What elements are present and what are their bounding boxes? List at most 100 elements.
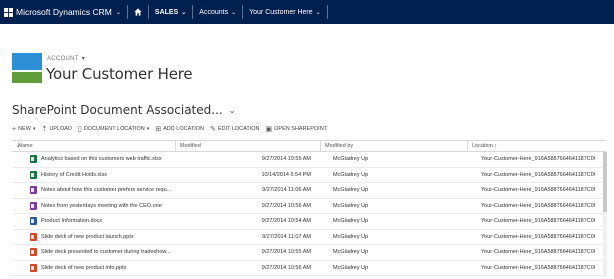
edit-location-button[interactable]: ✎ EDIT LOCATION (210, 125, 260, 133)
edit-location-label: EDIT LOCATION (217, 126, 260, 132)
view-selector[interactable]: SharePoint Document Associated... ⌄ (12, 103, 235, 117)
powerpoint-file-icon (30, 232, 37, 241)
document-icon: ▯ (77, 126, 82, 133)
column-header-modified[interactable]: Modified (175, 141, 321, 151)
chevron-down-icon: ▾ (146, 126, 150, 132)
location-cell: Your-Customer-Here_916A5887664641187C06C… (481, 218, 595, 225)
new-label: NEW (18, 126, 31, 132)
upload-label: UPLOAD (49, 126, 72, 132)
windows-logo-icon (4, 7, 13, 17)
nav-current-record[interactable]: Your Customer Here ⌄ (249, 0, 321, 24)
nav-separator (192, 5, 194, 19)
chevron-down-icon: ⌄ (315, 9, 321, 16)
document-name[interactable]: Analytics based on this customers web tr… (41, 156, 162, 162)
nav-separator (126, 5, 128, 19)
add-location-button[interactable]: ⊞ ADD LOCATION (155, 125, 204, 133)
chevron-down-icon: ▾ (81, 56, 86, 62)
document-name[interactable]: Slide deck presented to customer during … (41, 249, 171, 255)
location-cell: Your-Customer-Here_916A5887664641187C06C… (481, 187, 595, 194)
app-brand: Microsoft Dynamics CRM (16, 7, 112, 17)
excel-file-icon (30, 170, 37, 179)
new-button[interactable]: + NEW ▾ (12, 126, 35, 133)
document-name[interactable]: Product Information.docx (41, 218, 102, 224)
word-file-icon (30, 217, 37, 226)
grid-scrollbar-thumb[interactable] (603, 152, 607, 212)
document-name[interactable]: History of Credit Holds.xlsx (41, 172, 107, 178)
location-cell: Your-Customer-Here_916A5887664641187C06C… (481, 202, 595, 209)
onenote-file-icon (30, 201, 37, 210)
crm-logo[interactable]: Microsoft Dynamics CRM ⌄ (0, 0, 121, 24)
table-row[interactable]: Slide deck of new product info.pptx 9/27… (12, 261, 606, 276)
modified-cell: 9/27/2014 10:55 AM (261, 156, 311, 163)
sharepoint-icon: ▣ (265, 126, 273, 133)
modified-cell: 9/27/2014 11:06 AM (262, 187, 311, 194)
modified-by-cell: McGladrey Up (333, 187, 369, 194)
top-navigation-bar: Microsoft Dynamics CRM ⌄ SALES ⌄ Account… (0, 0, 614, 24)
nav-record-label: Your Customer Here (249, 8, 313, 16)
document-name[interactable]: Notes from yesterdays meeting with the C… (41, 203, 162, 209)
grid-header-row: ✓ Name Modified Modified by Location ↑ (12, 140, 606, 152)
modified-cell: 10/14/2014 6:54 PM (261, 171, 311, 178)
home-icon (134, 8, 142, 16)
upload-icon: ⇡ (41, 126, 48, 133)
open-sharepoint-button[interactable]: ▣ OPEN SHAREPOINT (266, 125, 328, 133)
record-title: Your Customer Here (46, 65, 193, 83)
account-entity-icon (12, 53, 42, 83)
document-location-label: DOCUMENT LOCATION (83, 126, 145, 132)
nav-separator (242, 5, 244, 19)
chevron-down-icon[interactable]: ⌄ (116, 9, 121, 16)
grid-title: SharePoint Document Associated... (12, 103, 223, 117)
table-row[interactable]: Notes from yesterdays meeting with the C… (12, 199, 606, 214)
command-bar: + NEW ▾ ⇡ UPLOAD ▯ DOCUMENT LOCATION ▾ ⊞… (12, 123, 333, 135)
add-location-icon: ⊞ (155, 126, 162, 133)
chevron-down-icon: ⌄ (231, 9, 237, 16)
table-row[interactable]: History of Credit Holds.xlsx 10/14/2014 … (12, 168, 606, 183)
document-name[interactable]: Notes about how this customer prefers se… (41, 187, 171, 193)
table-row[interactable]: Notes about how this customer prefers se… (12, 183, 606, 199)
modified-cell: 9/27/2014 10:56 AM (261, 264, 311, 271)
modified-cell: 9/27/2014 10:54 AM (261, 218, 311, 225)
modified-by-cell: McGladrey Up (333, 171, 369, 178)
table-row[interactable]: Slide deck of new product launch.pptx 9/… (12, 230, 606, 245)
powerpoint-file-icon (30, 263, 37, 272)
nav-accounts[interactable]: Accounts ⌄ (199, 0, 236, 24)
nav-separator (147, 5, 149, 19)
modified-cell: 9/27/2014 11:07 AM (262, 233, 311, 240)
plus-icon: + (12, 125, 17, 133)
column-header-name[interactable]: Name (18, 141, 180, 151)
nav-sales[interactable]: SALES ⌄ (155, 0, 186, 24)
modified-by-cell: McGladrey Up (333, 249, 369, 256)
document-name[interactable]: Slide deck of new product info.pptx (41, 265, 126, 271)
upload-button[interactable]: ⇡ UPLOAD (41, 125, 72, 133)
modified-cell: 9/27/2014 10:56 AM (261, 202, 311, 209)
home-button[interactable] (134, 0, 142, 24)
edit-icon: ✎ (209, 126, 216, 133)
location-cell: Your-Customer-Here_916A5887664641187C06C… (481, 264, 595, 271)
table-row[interactable]: Slide deck presented to customer during … (12, 245, 606, 261)
modified-by-cell: McGladrey Up (333, 218, 369, 225)
modified-by-cell: McGladrey Up (333, 264, 369, 271)
add-location-label: ADD LOCATION (163, 126, 204, 132)
documents-grid: ✓ Name Modified Modified by Location ↑ A… (12, 140, 606, 276)
column-header-location[interactable]: Location ↑ (467, 141, 595, 151)
chevron-down-icon: ⌄ (181, 9, 187, 16)
modified-by-cell: McGladrey Up (333, 233, 369, 240)
table-row[interactable]: Product Information.docx 9/27/2014 10:54… (12, 214, 606, 230)
column-header-modified-by[interactable]: Modified by (320, 141, 468, 151)
chevron-down-icon: ▾ (32, 126, 36, 132)
location-cell: Your-Customer-Here_916A5887664641187C06C… (481, 156, 595, 163)
location-cell: Your-Customer-Here_916A5887664641187C06C… (481, 233, 595, 240)
nav-accounts-label: Accounts (199, 8, 229, 16)
nav-sales-label: SALES (154, 8, 179, 16)
entity-type-selector[interactable]: ACCOUNT ▾ (47, 55, 86, 63)
chevron-down-icon: ⌄ (228, 105, 236, 115)
table-row[interactable]: Analytics based on this customers web tr… (12, 152, 606, 168)
document-location-button[interactable]: ▯ DOCUMENT LOCATION ▾ (78, 125, 149, 133)
modified-by-cell: McGladrey Up (333, 156, 369, 163)
entity-type-label: ACCOUNT (47, 55, 79, 62)
document-name[interactable]: Slide deck of new product launch.pptx (41, 234, 134, 240)
nav-separator (326, 5, 328, 19)
excel-file-icon (30, 155, 37, 164)
onenote-file-icon (30, 186, 37, 195)
location-cell: Your-Customer-Here_916A5887664641187C06C… (481, 171, 595, 178)
